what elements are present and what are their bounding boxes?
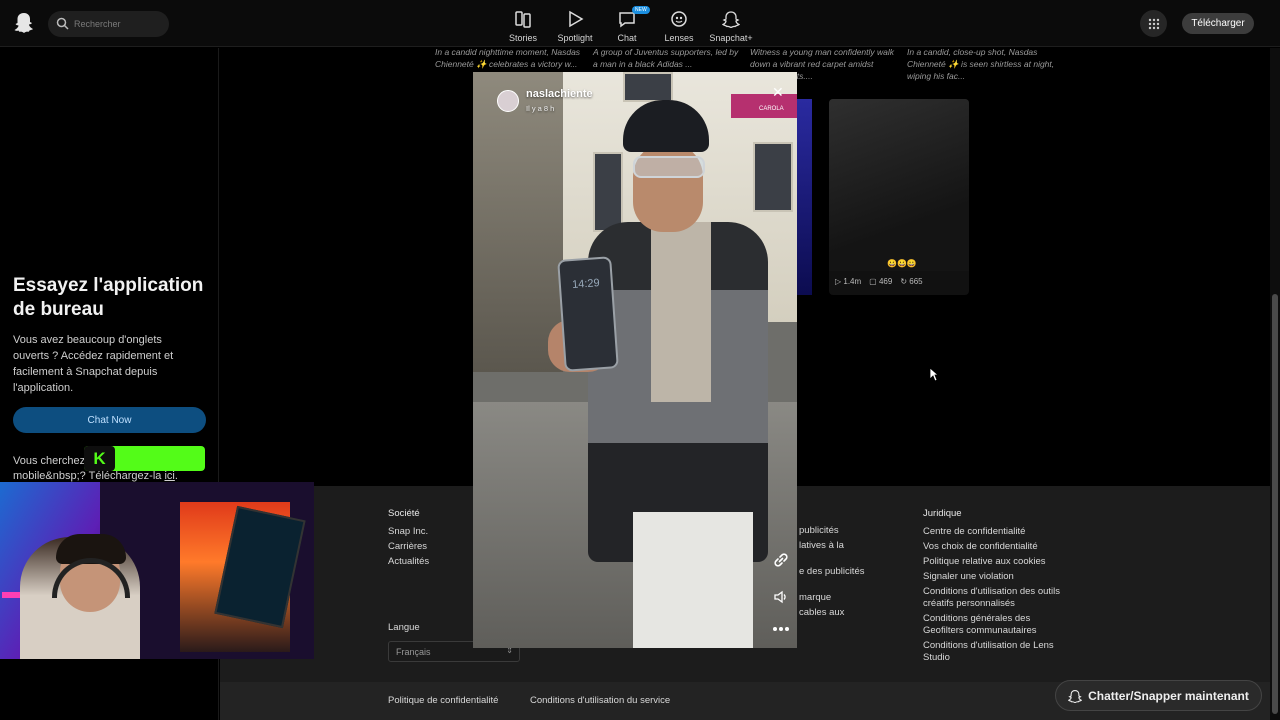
video-person-sweater <box>651 222 711 402</box>
thumbnail-emoji: 😀😀😀 <box>887 259 917 268</box>
nav-snapchat-plus[interactable]: Snapchat+ <box>699 6 763 43</box>
footer-link[interactable]: e des publicités <box>799 566 889 578</box>
kick-overlay: K <box>84 446 205 471</box>
mobile-suffix: . <box>174 470 178 482</box>
comments-stat: ▢ 469 <box>869 277 893 286</box>
footer-link[interactable]: Conditions d'utilisation de Lens Studio <box>923 640 1063 664</box>
scrollbar-thumb[interactable] <box>1272 294 1278 714</box>
volume-icon[interactable] <box>771 587 791 607</box>
footer-link[interactable]: Vos choix de confidentialité <box>923 541 1063 553</box>
spotlight-video-player[interactable]: CAROLA 14:29 naslachiente Il y a 8 h ✕ <box>473 72 797 648</box>
streamer-webcam-overlay <box>0 482 314 659</box>
terms-of-service-link[interactable]: Conditions d'utilisation du service <box>530 695 670 707</box>
ghost-icon <box>1068 689 1083 703</box>
footer-link[interactable]: marque <box>799 592 889 604</box>
footer-juridique: Juridique Centre de confidentialité Vos … <box>923 508 1063 667</box>
mouse-cursor-icon <box>929 367 940 387</box>
user-avatar[interactable] <box>497 90 519 112</box>
link-icon[interactable] <box>771 550 791 570</box>
footer-link[interactable]: Centre de confidentialité <box>923 526 1063 538</box>
nav-label: Chat <box>617 33 637 43</box>
chat-now-button[interactable]: Chat Now <box>13 407 206 433</box>
stories-icon <box>514 6 532 32</box>
footer-heading: Société <box>388 508 420 519</box>
shares-stat: ↻ 665 <box>900 277 923 286</box>
kick-logo-icon: K <box>84 446 115 471</box>
nav-label: Lenses <box>664 33 694 43</box>
footer-link[interactable]: publicités <box>799 525 889 537</box>
video-window <box>593 152 623 232</box>
lenses-icon <box>670 6 688 32</box>
footer-link[interactable]: latives à la <box>799 540 889 552</box>
nav-label: Stories <box>508 33 537 43</box>
mobile-mid: mobile&nbsp;? Téléchargez-la <box>13 470 162 482</box>
desktop-app-description: Vous avez beaucoup d'onglets ouverts ? A… <box>13 334 174 394</box>
video-timestamp: Il y a 8 h <box>526 104 555 113</box>
download-button[interactable]: Télécharger <box>1182 13 1254 34</box>
snapchat-ghost-icon[interactable] <box>14 12 34 34</box>
privacy-policy-link[interactable]: Politique de confidentialité <box>388 695 498 707</box>
video-phone: 14:29 <box>557 256 619 372</box>
video-person-legs <box>633 512 753 648</box>
video-store-sign: CAROLA <box>731 94 797 118</box>
search-input[interactable] <box>74 15 162 33</box>
footer-link[interactable]: Carrières <box>388 541 478 553</box>
apps-grid-button[interactable] <box>1140 10 1167 37</box>
chat-icon: NEW <box>618 6 650 32</box>
desktop-app-title: Essayez l'application de bureau <box>13 275 204 320</box>
footer-link[interactable]: Conditions d'utilisation des outils créa… <box>923 586 1063 610</box>
footer-link[interactable]: Actualités <box>388 556 478 568</box>
footer-link[interactable]: Conditions générales des Geofilters comm… <box>923 613 1063 637</box>
video-username[interactable]: naslachiente <box>526 88 593 100</box>
ghost-plus-icon <box>722 6 740 32</box>
more-options-icon[interactable] <box>771 619 791 639</box>
mobile-prefix: Vous cherchez <box>13 455 86 467</box>
chat-snap-now-button[interactable]: Chatter/Snapper maintenant <box>1055 680 1262 711</box>
partial-thumbnail[interactable] <box>797 99 812 295</box>
language-value: Français <box>396 647 431 657</box>
video-person-glasses <box>633 156 705 178</box>
spotlight-thumbnail[interactable]: 😀😀😀 ▷ 1.4m ▢ 469 ↻ 665 <box>829 99 969 295</box>
nav-label: Snapchat+ <box>709 33 753 43</box>
thumbnail-stats: ▷ 1.4m ▢ 469 ↻ 665 <box>835 277 923 286</box>
search-icon <box>56 17 69 35</box>
footer-societe: Société Snap Inc. Carrières Actualités <box>388 508 478 571</box>
footer-heading: Juridique <box>923 508 962 519</box>
close-icon[interactable]: ✕ <box>772 84 784 101</box>
video-scaffold <box>473 72 563 372</box>
caption-2[interactable]: A group of Juventus supporters, led by a… <box>593 46 743 70</box>
footer-langue-heading: Langue <box>388 622 420 633</box>
caption-1[interactable]: In a candid nighttime moment, Nasdas Chi… <box>435 46 585 70</box>
footer-link[interactable]: cables aux <box>799 607 889 619</box>
phone-clock: 14:29 <box>571 277 601 292</box>
page-scrollbar[interactable] <box>1270 48 1280 720</box>
footer-link[interactable]: Signaler une violation <box>923 571 1063 583</box>
video-window <box>623 72 673 102</box>
video-window <box>753 142 793 212</box>
top-bar: Stories Spotlight NEW Chat Lenses Snapch… <box>0 0 1280 47</box>
views-stat: ▷ 1.4m <box>835 277 862 286</box>
footer-link[interactable]: Snap Inc. <box>388 526 478 538</box>
download-here-link[interactable]: ici <box>164 470 174 482</box>
search-bar[interactable] <box>48 11 169 37</box>
nav-label: Spotlight <box>557 33 593 43</box>
grid-icon <box>1148 18 1159 29</box>
play-icon <box>566 6 584 32</box>
chat-snap-label: Chatter/Snapper maintenant <box>1088 688 1249 703</box>
footer-link[interactable]: Politique relative aux cookies <box>923 556 1063 568</box>
thumbnail-image <box>829 99 969 271</box>
footer-publicites: publicités latives à la e des publicités… <box>799 525 889 622</box>
caption-4[interactable]: In a candid, close-up shot, Nasdas Chien… <box>907 46 1057 82</box>
